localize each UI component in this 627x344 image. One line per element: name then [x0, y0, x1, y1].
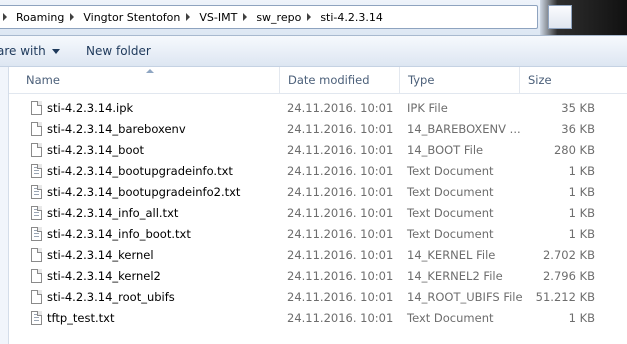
- text-file-icon: [31, 185, 42, 199]
- file-icon: [31, 122, 42, 136]
- file-icon: [31, 143, 42, 157]
- file-size: 2.796 KB: [542, 269, 595, 283]
- chevron-right-icon[interactable]: [243, 13, 248, 21]
- column-name[interactable]: Name: [26, 67, 288, 93]
- file-name: sti-4.2.3.14_boot: [47, 143, 145, 157]
- share-with-label: are with: [0, 44, 46, 58]
- file-type: 14_KERNEL File: [407, 248, 496, 262]
- address-bar: Roaming Vingtor Stentofon VS-IMT sw_repo…: [0, 0, 627, 36]
- file-date-modified: 24.11.2016. 10:01: [287, 290, 394, 304]
- file-name: sti-4.2.3.14_bootupgradeinfo.txt: [47, 164, 233, 178]
- file-row[interactable]: sti-4.2.3.14_bootupgradeinfo.txt 24.11.20…: [9, 161, 627, 182]
- breadcrumb-item-sw-repo[interactable]: sw_repo: [256, 11, 301, 24]
- file-row[interactable]: sti-4.2.3.14_info_boot.txt 24.11.2016. 10…: [9, 224, 627, 245]
- file-name: sti-4.2.3.14.ipk: [47, 101, 134, 115]
- file-row[interactable]: sti-4.2.3.14_root_ubifs 24.11.2016. 10:01…: [9, 287, 627, 308]
- file-date-modified: 24.11.2016. 10:01: [287, 311, 394, 325]
- column-type[interactable]: Type: [399, 67, 519, 93]
- file-row[interactable]: sti-4.2.3.14.ipk 24.11.2016. 10:01 IPK Fil…: [9, 98, 627, 119]
- file-size: 36 KB: [561, 122, 595, 136]
- breadcrumb-item-vingtor-stentofon[interactable]: Vingtor Stentofon: [83, 11, 180, 24]
- breadcrumb-item-roaming[interactable]: Roaming: [16, 11, 64, 24]
- file-date-modified: 24.11.2016. 10:01: [287, 101, 394, 115]
- dropdown-arrow-icon: [51, 48, 60, 54]
- file-row[interactable]: sti-4.2.3.14_boot 24.11.2016. 10:01 14_BOO…: [9, 140, 627, 161]
- chevron-right-icon[interactable]: [3, 13, 7, 21]
- navigation-pane[interactable]: [0, 67, 9, 344]
- file-name: sti-4.2.3.14_bootupgradeinfo2.txt: [47, 185, 241, 199]
- file-row[interactable]: sti-4.2.3.14_bareboxenv 24.11.2016. 10:01…: [9, 119, 627, 140]
- file-name: sti-4.2.3.14_root_ubifs: [47, 290, 175, 304]
- file-type: 14_ROOT_UBIFS File: [407, 290, 523, 304]
- column-size[interactable]: Size: [519, 67, 627, 93]
- file-date-modified: 24.11.2016. 10:01: [287, 206, 394, 220]
- column-date-modified[interactable]: Date modified: [279, 67, 399, 93]
- file-size: 51.212 KB: [535, 290, 595, 304]
- text-file-icon: [31, 311, 42, 325]
- file-date-modified: 24.11.2016. 10:01: [287, 185, 394, 199]
- file-type: Text Document: [407, 311, 494, 325]
- sort-ascending-icon: [146, 69, 154, 73]
- breadcrumb-item-current[interactable]: sti-4.2.3.14: [320, 11, 383, 24]
- file-date-modified: 24.11.2016. 10:01: [287, 269, 394, 283]
- text-file-icon: [31, 227, 42, 241]
- text-file-icon: [31, 164, 42, 178]
- file-size: 1 KB: [568, 227, 595, 241]
- column-header: Name Date modified Type Size: [9, 67, 627, 94]
- file-icon: [31, 269, 42, 283]
- new-folder-label: New folder: [86, 44, 151, 58]
- file-icon: [31, 290, 42, 304]
- file-size: 2.702 KB: [542, 248, 595, 262]
- chevron-right-icon[interactable]: [70, 13, 75, 21]
- file-row[interactable]: sti-4.2.3.14_kernel2 24.11.2016. 10:01 14_…: [9, 266, 627, 287]
- file-name: sti-4.2.3.14_bareboxenv: [47, 122, 186, 136]
- file-name: sti-4.2.3.14_info_all.txt: [47, 206, 179, 220]
- file-type: 14_BAREBOXENV ...: [407, 122, 521, 136]
- breadcrumb[interactable]: Roaming Vingtor Stentofon VS-IMT sw_repo…: [0, 5, 538, 29]
- share-with-button[interactable]: are with: [0, 36, 60, 66]
- chevron-right-icon[interactable]: [186, 13, 191, 21]
- file-size: 1 KB: [568, 164, 595, 178]
- file-type: Text Document: [407, 185, 494, 199]
- file-type: Text Document: [407, 227, 494, 241]
- file-date-modified: 24.11.2016. 10:01: [287, 227, 394, 241]
- file-size: 280 KB: [553, 143, 595, 157]
- file-list: sti-4.2.3.14.ipk 24.11.2016. 10:01 IPK Fil…: [9, 98, 627, 329]
- new-folder-button[interactable]: New folder: [86, 36, 151, 66]
- file-type: 14_BOOT File: [407, 143, 484, 157]
- file-type: Text Document: [407, 164, 494, 178]
- command-bar: are with New folder: [0, 36, 627, 67]
- breadcrumb-item-vs-imt[interactable]: VS-IMT: [199, 11, 237, 24]
- file-date-modified: 24.11.2016. 10:01: [287, 143, 394, 157]
- address-bar-right: [540, 0, 627, 35]
- text-file-icon: [31, 206, 42, 220]
- file-name: sti-4.2.3.14_info_boot.txt: [47, 227, 191, 241]
- file-type: IPK File: [407, 101, 448, 115]
- file-size: 1 KB: [568, 311, 595, 325]
- file-size: 1 KB: [568, 206, 595, 220]
- file-size: 1 KB: [568, 185, 595, 199]
- file-date-modified: 24.11.2016. 10:01: [287, 122, 394, 136]
- file-row[interactable]: sti-4.2.3.14_bootupgradeinfo2.txt 24.11.2…: [9, 182, 627, 203]
- file-row[interactable]: sti-4.2.3.14_kernel 24.11.2016. 10:01 14_K…: [9, 245, 627, 266]
- file-name: sti-4.2.3.14_kernel2: [47, 269, 161, 283]
- file-name: sti-4.2.3.14_kernel: [47, 248, 154, 262]
- file-type: Text Document: [407, 206, 494, 220]
- file-date-modified: 24.11.2016. 10:01: [287, 164, 394, 178]
- file-name: tftp_test.txt: [47, 311, 115, 325]
- file-size: 35 KB: [561, 101, 595, 115]
- refresh-button[interactable]: [548, 5, 572, 29]
- file-icon: [31, 248, 42, 262]
- file-icon: [31, 101, 42, 115]
- file-type: 14_KERNEL2 File: [407, 269, 503, 283]
- file-row[interactable]: sti-4.2.3.14_info_all.txt 24.11.2016. 10:…: [9, 203, 627, 224]
- file-date-modified: 24.11.2016. 10:01: [287, 248, 394, 262]
- file-row[interactable]: tftp_test.txt 24.11.2016. 10:01 Text Docum…: [9, 308, 627, 329]
- chevron-right-icon[interactable]: [307, 13, 312, 21]
